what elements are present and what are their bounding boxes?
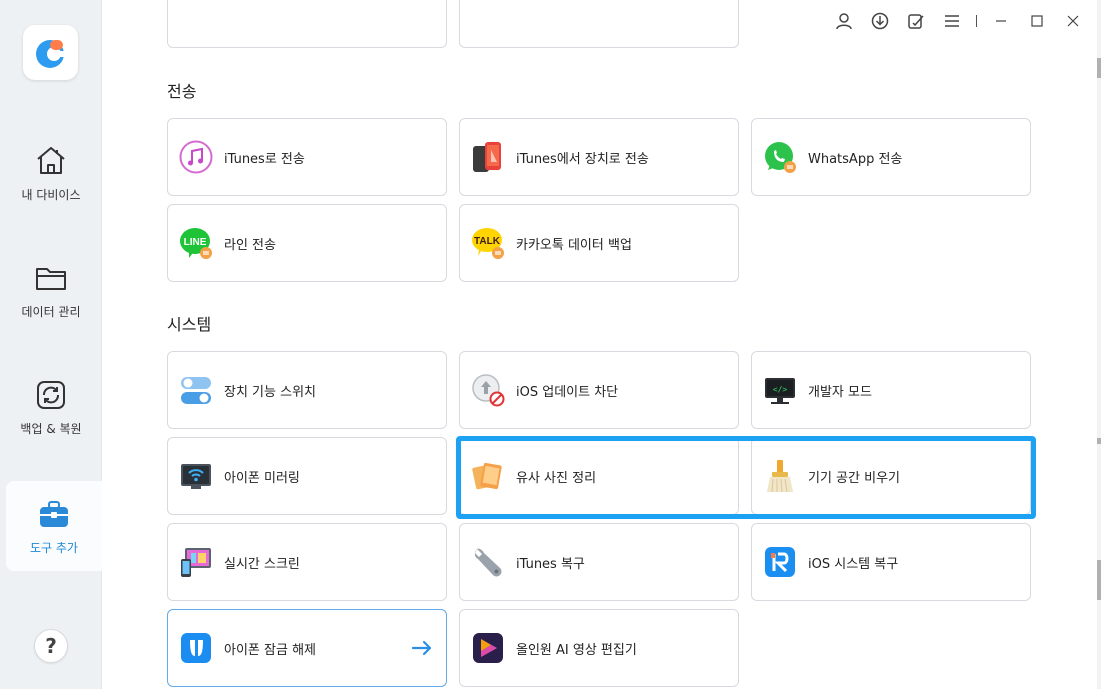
card-ios-update-block[interactable]: iOS 업데이트 차단 bbox=[459, 351, 739, 429]
card-realtime-screen[interactable]: 실시간 스크린 bbox=[167, 523, 447, 601]
reiboot-icon bbox=[762, 544, 798, 580]
itunes-icon bbox=[178, 139, 214, 175]
toolbox-icon bbox=[37, 497, 71, 531]
card-line-transfer[interactable]: LINE 라인 전송 bbox=[167, 204, 447, 282]
sidebar-item-my-device[interactable]: 내 다비이스 bbox=[0, 128, 102, 218]
card-iphone-mirroring[interactable]: 아이폰 미러링 bbox=[167, 437, 447, 515]
app-logo-icon bbox=[35, 39, 67, 68]
section-title-transfer: 전송 bbox=[167, 82, 197, 101]
feedback-icon[interactable] bbox=[898, 9, 934, 33]
backup-restore-icon bbox=[34, 378, 68, 412]
card-device-feature-switch[interactable]: 장치 기능 스위치 bbox=[167, 351, 447, 429]
line-icon: LINE bbox=[178, 225, 214, 261]
sidebar-item-label: 내 다비이스 bbox=[21, 187, 81, 202]
sidebar-item-label: 데이터 관리 bbox=[21, 304, 81, 319]
card-itunes-to-device[interactable]: iTunes에서 장치로 전송 bbox=[459, 118, 739, 196]
card-iphone-unlock[interactable]: 아이폰 잠금 해제 bbox=[167, 609, 447, 687]
update-block-icon bbox=[470, 372, 506, 408]
card-partial[interactable] bbox=[459, 0, 739, 48]
card-itunes-repair[interactable]: iTunes 복구 bbox=[459, 523, 739, 601]
svg-text:TALK: TALK bbox=[474, 236, 501, 247]
card-device-space-cleanup[interactable]: 기기 공간 비우기 bbox=[751, 437, 1031, 515]
help-icon: ? bbox=[45, 634, 57, 658]
sidebar-item-data-management[interactable]: 데이터 관리 bbox=[0, 245, 102, 335]
sidebar-item-label: 도구 추가 bbox=[30, 540, 78, 555]
mirroring-icon bbox=[178, 458, 214, 494]
card-whatsapp-transfer[interactable]: WhatsApp 전송 bbox=[751, 118, 1031, 196]
realtime-screen-icon bbox=[178, 544, 214, 580]
sidebar-item-label: 백업 & 복원 bbox=[20, 421, 82, 436]
window-controls bbox=[826, 9, 1091, 33]
sidebar-item-backup-restore[interactable]: 백업 & 복원 bbox=[0, 362, 102, 452]
home-icon bbox=[34, 144, 68, 178]
itunes-device-icon bbox=[470, 139, 506, 175]
card-developer-mode[interactable]: </> 개발자 모드 bbox=[751, 351, 1031, 429]
whatsapp-icon bbox=[762, 139, 798, 175]
sidebar-item-add-tools[interactable]: 도구 추가 bbox=[6, 481, 102, 571]
section-title-system: 시스템 bbox=[167, 315, 212, 334]
kakaotalk-icon: TALK bbox=[470, 225, 506, 261]
svg-text:LINE: LINE bbox=[184, 237, 207, 248]
sidebar: 내 다비이스 데이터 관리 백업 & 복원 도구 추가 ? bbox=[0, 0, 102, 689]
window-divider bbox=[976, 15, 977, 27]
toggle-switch-icon bbox=[178, 372, 214, 408]
card-ai-video-editor[interactable]: 올인원 AI 영상 편집기 bbox=[459, 609, 739, 687]
help-button[interactable]: ? bbox=[34, 629, 68, 663]
download-icon[interactable] bbox=[862, 9, 898, 33]
minimize-icon[interactable] bbox=[983, 9, 1019, 33]
background-window-edge bbox=[1097, 58, 1101, 78]
account-icon[interactable] bbox=[826, 9, 862, 33]
card-ios-system-repair[interactable]: iOS 시스템 복구 bbox=[751, 523, 1031, 601]
card-itunes-transfer[interactable]: iTunes로 전송 bbox=[167, 118, 447, 196]
svg-text:</>: </> bbox=[773, 385, 788, 394]
wrench-icon bbox=[470, 544, 506, 580]
background-window-edge bbox=[1097, 438, 1101, 444]
maximize-icon[interactable] bbox=[1019, 9, 1055, 33]
folder-icon bbox=[34, 261, 68, 295]
card-similar-photos[interactable]: 유사 사진 정리 bbox=[459, 437, 739, 515]
close-icon[interactable] bbox=[1055, 9, 1091, 33]
arrow-right-icon bbox=[411, 640, 432, 656]
photos-icon bbox=[470, 458, 506, 494]
broom-icon bbox=[762, 458, 798, 494]
background-window-edge bbox=[1097, 560, 1101, 600]
developer-icon: </> bbox=[762, 372, 798, 408]
card-kakaotalk-backup[interactable]: TALK 카카오톡 데이터 백업 bbox=[459, 204, 739, 282]
app-logo bbox=[23, 25, 78, 80]
unlock-icon bbox=[178, 630, 214, 666]
card-partial[interactable] bbox=[167, 0, 447, 48]
ai-video-icon bbox=[470, 630, 506, 666]
menu-icon[interactable] bbox=[934, 9, 970, 33]
